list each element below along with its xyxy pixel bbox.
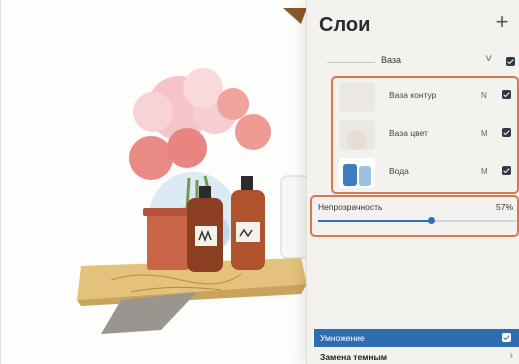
panel-title: Слои bbox=[319, 14, 371, 36]
checkbox-icon[interactable] bbox=[502, 333, 511, 342]
group-visibility-checkbox[interactable] bbox=[506, 57, 515, 66]
layer-row[interactable]: Ваза контур N bbox=[331, 78, 519, 116]
layer-blend-mode[interactable]: M bbox=[481, 129, 488, 138]
layer-name: Ваза контур bbox=[389, 90, 437, 100]
layer-thumbnail bbox=[339, 158, 375, 188]
layer-visibility-checkbox[interactable] bbox=[502, 128, 511, 137]
group-thumbnail bbox=[327, 62, 375, 63]
layer-group-row[interactable]: Ваза ∨ bbox=[321, 52, 519, 72]
layer-thumbnail bbox=[339, 120, 375, 150]
layer-blend-mode[interactable]: M bbox=[481, 167, 488, 176]
layer-visibility-checkbox[interactable] bbox=[502, 166, 511, 175]
chevron-right-icon[interactable]: › bbox=[510, 350, 513, 361]
blend-mode-option[interactable]: Замена темным bbox=[320, 352, 387, 362]
plus-icon: + bbox=[495, 9, 509, 34]
opacity-slider[interactable] bbox=[318, 217, 516, 224]
blend-mode-label: Умножение bbox=[320, 333, 365, 343]
group-name: Ваза bbox=[381, 55, 402, 65]
add-layer-button[interactable]: + bbox=[490, 10, 514, 34]
layer-visibility-checkbox[interactable] bbox=[502, 90, 511, 99]
layer-name: Вода bbox=[389, 166, 409, 176]
layer-name: Ваза цвет bbox=[389, 128, 428, 138]
opacity-slider-fill bbox=[318, 220, 431, 222]
opacity-value: 57% bbox=[495, 202, 513, 212]
layer-row[interactable]: Ваза цвет M bbox=[331, 116, 519, 154]
layer-blend-mode[interactable]: N bbox=[481, 91, 487, 100]
opacity-label: Непрозрачность bbox=[318, 202, 383, 212]
chevron-down-icon[interactable]: ∨ bbox=[484, 53, 494, 64]
blend-mode-selected[interactable]: Умножение bbox=[314, 329, 519, 347]
layer-row[interactable]: Вода M bbox=[331, 154, 519, 192]
layer-thumbnail bbox=[339, 82, 375, 112]
opacity-slider-handle[interactable] bbox=[427, 217, 435, 224]
